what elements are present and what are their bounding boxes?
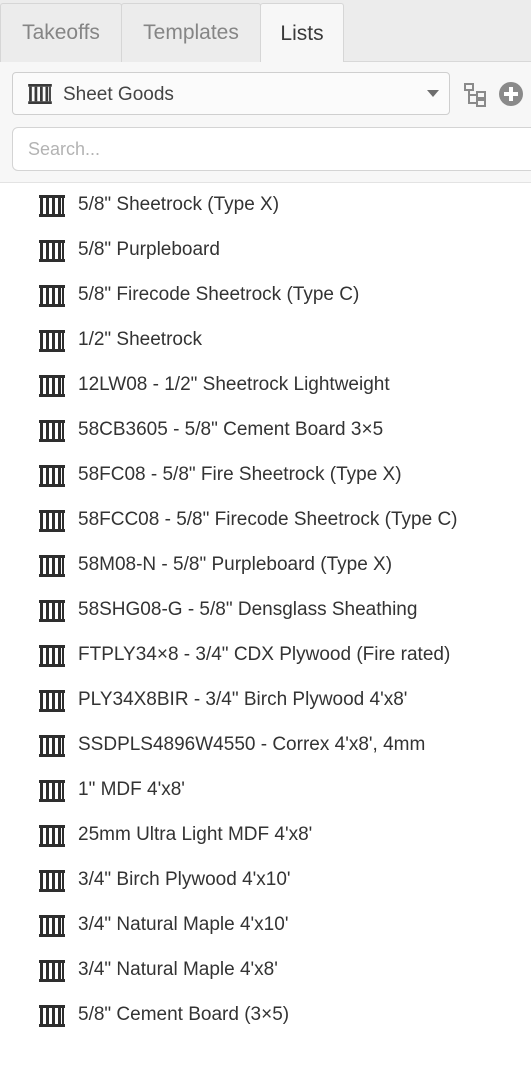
plus-circle-icon[interactable]	[499, 82, 523, 106]
barcode-icon	[39, 645, 65, 667]
list-item-label: 5/8" Firecode Sheetrock (Type C)	[78, 284, 360, 305]
list-item[interactable]: 3/4" Natural Maple 4'x10'	[0, 903, 531, 948]
list-item[interactable]: 3/4" Birch Plywood 4'x10'	[0, 858, 531, 903]
list-item[interactable]: 5/8" Cement Board (3×5)	[0, 993, 531, 1038]
barcode-icon	[39, 240, 65, 262]
tab-takeoffs[interactable]: Takeoffs	[0, 3, 122, 62]
list-item[interactable]: 5/8" Firecode Sheetrock (Type C)	[0, 273, 531, 318]
list-item[interactable]: 12LW08 - 1/2" Sheetrock Lightweight	[0, 363, 531, 408]
list-select-value: Sheet Goods	[63, 84, 174, 105]
list-item[interactable]: 58FC08 - 5/8" Fire Sheetrock (Type X)	[0, 453, 531, 498]
list-item-label: 1/2" Sheetrock	[78, 329, 202, 350]
list-item-label: 58CB3605 - 5/8" Cement Board 3×5	[78, 419, 384, 440]
barcode-icon	[39, 960, 65, 982]
barcode-icon	[39, 1005, 65, 1027]
barcode-icon	[39, 420, 65, 442]
list-items: 5/8" Sheetrock (Type X) 5/8" Purpleboard 5…	[0, 183, 531, 1038]
list-item-label: 1" MDF 4'x8'	[78, 779, 185, 800]
list-item-label: 25mm Ultra Light MDF 4'x8'	[78, 824, 313, 845]
list-item-label: SSDPLS4896W4550 - Correx 4'x8', 4mm	[78, 734, 426, 755]
list-item-label: 58M08-N - 5/8" Purpleboard (Type X)	[78, 554, 393, 575]
hierarchy-tree-icon[interactable]	[463, 82, 487, 108]
list-item[interactable]: 5/8" Sheetrock (Type X)	[0, 183, 531, 228]
list-item[interactable]: 58FCC08 - 5/8" Firecode Sheetrock (Type …	[0, 498, 531, 543]
list-item[interactable]: SSDPLS4896W4550 - Correx 4'x8', 4mm	[0, 723, 531, 768]
barcode-icon	[39, 915, 65, 937]
list-item-label: 58SHG08-G - 5/8" Densglass Sheathing	[78, 599, 418, 620]
list-item[interactable]: 58SHG08-G - 5/8" Densglass Sheathing	[0, 588, 531, 633]
tab-templates[interactable]: Templates	[121, 3, 261, 62]
list-item[interactable]: PLY34X8BIR - 3/4" Birch Plywood 4'x8'	[0, 678, 531, 723]
list-item-label: 3/4" Natural Maple 4'x10'	[78, 914, 289, 935]
list-item-label: 58FC08 - 5/8" Fire Sheetrock (Type X)	[78, 464, 402, 485]
barcode-icon	[39, 555, 65, 577]
barcode-icon	[39, 465, 65, 487]
barcode-icon	[39, 825, 65, 847]
barcode-icon	[39, 510, 65, 532]
barcode-icon	[39, 195, 65, 217]
barcode-icon	[39, 690, 65, 712]
list-item[interactable]: 1/2" Sheetrock	[0, 318, 531, 363]
barcode-icon	[39, 285, 65, 307]
list-item-label: 58FCC08 - 5/8" Firecode Sheetrock (Type …	[78, 509, 458, 530]
tab-bar: Takeoffs Templates Lists	[0, 0, 531, 63]
list-item-label: 3/4" Birch Plywood 4'x10'	[78, 869, 291, 890]
list-item[interactable]: 1" MDF 4'x8'	[0, 768, 531, 813]
barcode-icon	[39, 375, 65, 397]
list-item[interactable]: 58M08-N - 5/8" Purpleboard (Type X)	[0, 543, 531, 588]
barcode-icon	[39, 780, 65, 802]
list-toolbar: Sheet Goods	[0, 62, 531, 183]
list-item-label: 5/8" Sheetrock (Type X)	[78, 194, 280, 215]
barcode-icon	[39, 735, 65, 757]
list-item[interactable]: 3/4" Natural Maple 4'x8'	[0, 948, 531, 993]
list-item[interactable]: 5/8" Purpleboard	[0, 228, 531, 273]
search-input[interactable]	[12, 127, 531, 171]
list-item[interactable]: FTPLY34×8 - 3/4" CDX Plywood (Fire rated…	[0, 633, 531, 678]
list-item-label: PLY34X8BIR - 3/4" Birch Plywood 4'x8'	[78, 689, 408, 710]
barcode-icon	[28, 84, 52, 104]
list-item-label: 5/8" Cement Board (3×5)	[78, 1004, 290, 1025]
list-item[interactable]: 58CB3605 - 5/8" Cement Board 3×5	[0, 408, 531, 453]
list-item-label: 3/4" Natural Maple 4'x8'	[78, 959, 278, 980]
barcode-icon	[39, 870, 65, 892]
tab-lists[interactable]: Lists	[260, 3, 344, 63]
list-item-label: FTPLY34×8 - 3/4" CDX Plywood (Fire rated…	[78, 644, 451, 665]
list-select-dropdown[interactable]: Sheet Goods	[12, 72, 450, 115]
list-item-label: 5/8" Purpleboard	[78, 239, 220, 260]
list-item-label: 12LW08 - 1/2" Sheetrock Lightweight	[78, 374, 390, 395]
chevron-down-icon	[427, 90, 439, 97]
list-item[interactable]: 25mm Ultra Light MDF 4'x8'	[0, 813, 531, 858]
barcode-icon	[39, 600, 65, 622]
barcode-icon	[39, 330, 65, 352]
